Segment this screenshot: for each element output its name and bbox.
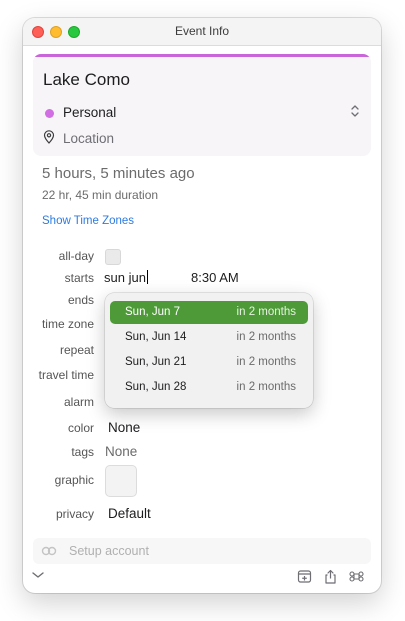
time-zone-label: time zone [41,317,94,331]
privacy-value[interactable]: Default [108,506,151,521]
graphic-label: graphic [54,473,94,487]
date-suggestion-item[interactable]: Sun, Jun 7 in 2 months [110,301,308,324]
event-header-card: Lake Como Personal Location [33,54,371,156]
date-suggestion-item[interactable]: Sun, Jun 28 in 2 months [110,376,308,399]
start-date-input[interactable]: sun jun [104,270,148,285]
chevron-up-down-icon[interactable] [349,103,361,119]
all-day-label: all-day [58,249,94,263]
date-suggestions-popup: Sun, Jun 7 in 2 months Sun, Jun 14 in 2 … [105,293,313,408]
chevron-down-icon[interactable] [31,570,45,580]
calendar-color-dot [45,109,54,118]
start-time-field[interactable]: 8:30 AM [191,270,239,285]
starts-label: starts [64,271,94,285]
calendar-accent-bar [33,54,371,57]
ends-label: ends [67,293,94,307]
title-bar: Event Info [23,18,381,46]
add-to-calendar-icon[interactable] [297,569,312,584]
setup-account-bar[interactable]: Setup account [33,538,371,564]
time-ago-text: 5 hours, 5 minutes ago [42,165,195,182]
date-suggestion-item[interactable]: Sun, Jun 14 in 2 months [110,326,308,349]
event-info-window: Event Info Lake Como Personal Location 5… [23,18,381,593]
travel-time-label: travel time [38,368,94,382]
date-suggestion-item[interactable]: Sun, Jun 21 in 2 months [110,351,308,374]
event-title[interactable]: Lake Como [43,70,130,90]
setup-account-text: Setup account [69,544,149,558]
duration-text: 22 hr, 45 min duration [42,188,159,202]
graphic-well[interactable] [105,465,137,497]
alarm-label: alarm [63,395,94,409]
start-date-text: sun jun [104,270,146,285]
color-value[interactable]: None [108,420,140,435]
link-icon [41,546,57,556]
color-label: color [67,421,94,435]
repeat-label: repeat [59,343,94,357]
window-title: Event Info [174,24,230,38]
show-time-zones-link[interactable]: Show Time Zones [42,215,134,227]
command-icon[interactable] [349,569,364,584]
privacy-label: privacy [55,507,94,521]
share-icon[interactable] [323,569,338,584]
tags-field[interactable]: None [105,444,137,459]
text-caret [146,270,148,284]
location-pin-icon [43,130,55,144]
calendar-name[interactable]: Personal [63,105,116,120]
location-field[interactable]: Location [63,131,114,146]
tags-label: tags [71,445,94,459]
all-day-checkbox[interactable] [105,249,121,265]
